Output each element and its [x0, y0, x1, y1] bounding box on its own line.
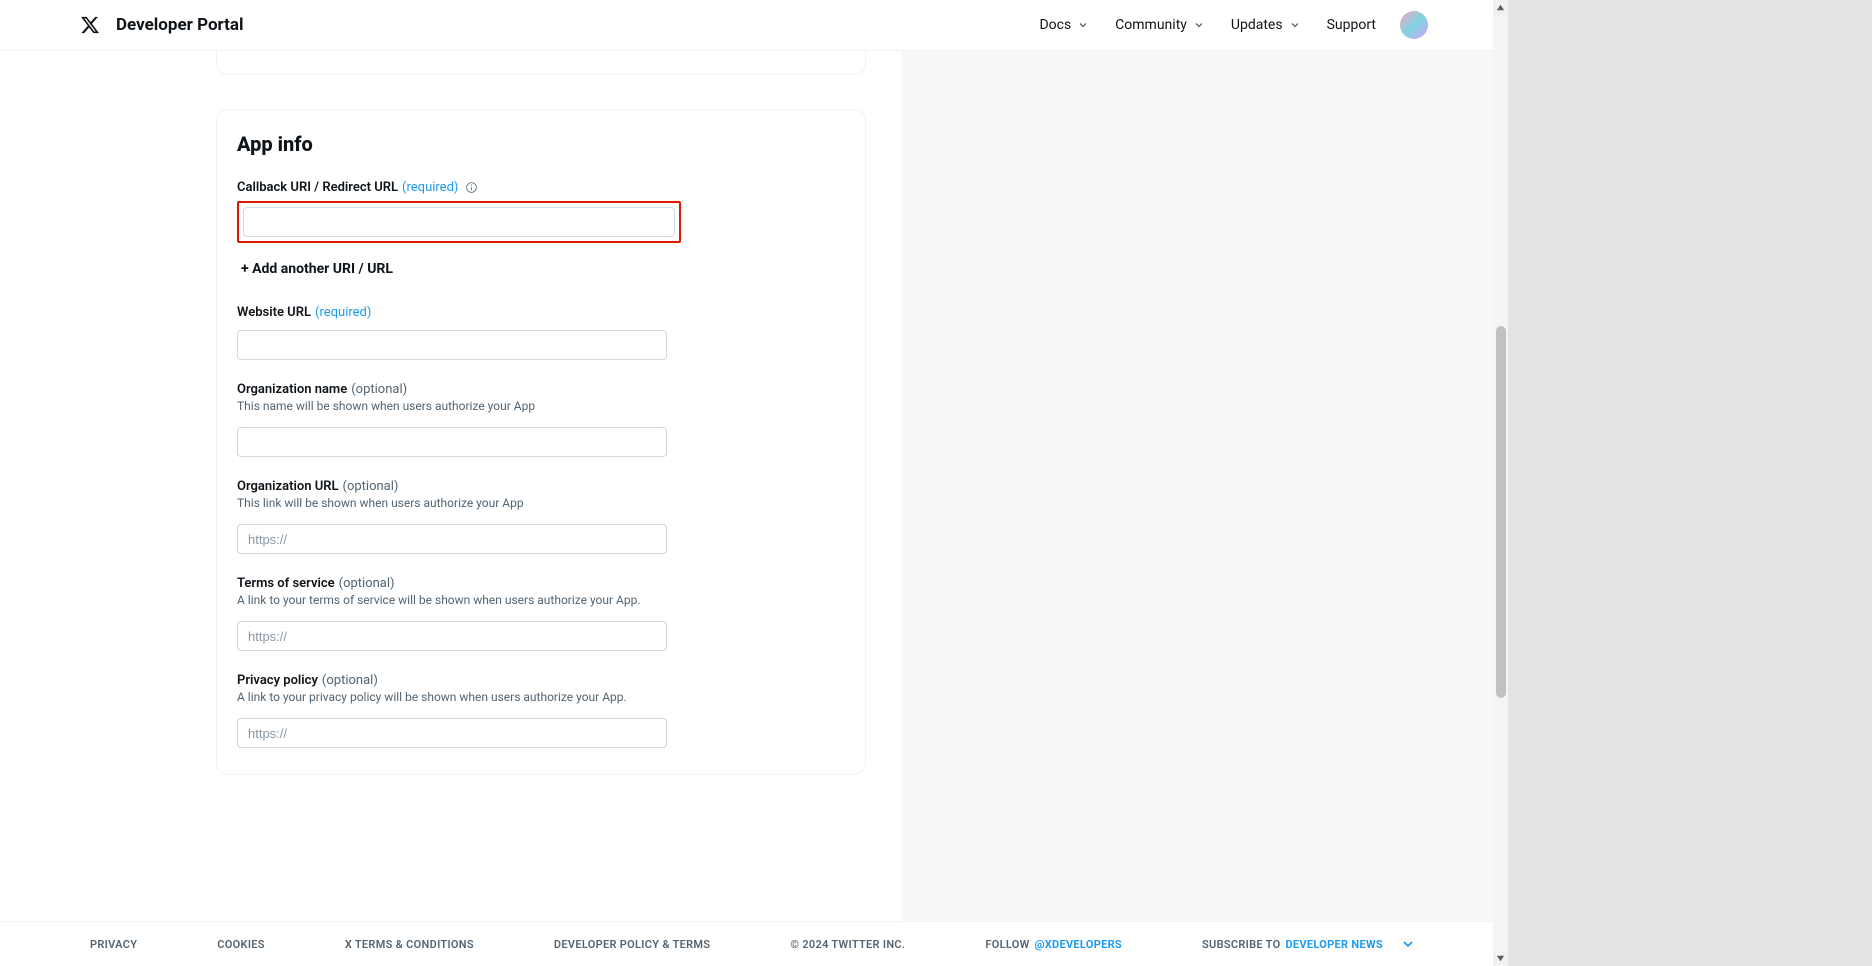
callback-label: Callback URI / Redirect URL	[237, 180, 398, 195]
org-name-optional: (optional)	[351, 382, 407, 397]
main-column: App info Callback URI / Redirect URL (re…	[0, 51, 902, 921]
privacy-optional: (optional)	[322, 673, 378, 688]
x-logo-icon[interactable]	[80, 15, 100, 35]
prev-card-bottom	[216, 51, 866, 75]
nav-community-label: Community	[1115, 17, 1187, 33]
portal-title: Developer Portal	[116, 15, 244, 35]
nav-support-label: Support	[1327, 17, 1376, 33]
org-url-optional: (optional)	[343, 479, 399, 494]
app-info-card: App info Callback URI / Redirect URL (re…	[216, 109, 866, 775]
org-url-input[interactable]	[237, 524, 667, 554]
org-name-field: Organization name (optional) This name w…	[237, 382, 845, 457]
website-field: Website URL (required)	[237, 305, 845, 360]
website-required: (required)	[315, 305, 371, 320]
add-another-uri[interactable]: + Add another URI / URL	[237, 261, 845, 277]
chevron-down-icon	[1398, 934, 1418, 954]
header-nav: Docs Community Updates Support	[1039, 11, 1428, 39]
scrollbar[interactable]	[1493, 0, 1508, 966]
footer-privacy[interactable]: PRIVACY	[90, 938, 137, 951]
tos-field: Terms of service (optional) A link to yo…	[237, 576, 845, 651]
nav-updates[interactable]: Updates	[1231, 17, 1303, 33]
nav-community[interactable]: Community	[1115, 17, 1207, 33]
content: App info Callback URI / Redirect URL (re…	[0, 51, 1508, 921]
privacy-hint: A link to your privacy policy will be sh…	[237, 690, 845, 704]
info-icon[interactable]	[464, 181, 478, 195]
org-name-label: Organization name	[237, 382, 347, 397]
card-title: App info	[237, 132, 845, 156]
website-input[interactable]	[237, 330, 667, 360]
footer-cookies[interactable]: COOKIES	[217, 938, 265, 951]
footer-follow-label: FOLLOW	[985, 938, 1029, 951]
privacy-label: Privacy policy	[237, 673, 318, 688]
footer-copyright: © 2024 TWITTER INC.	[790, 938, 905, 951]
tos-optional: (optional)	[339, 576, 395, 591]
tos-label-row: Terms of service (optional)	[237, 576, 845, 591]
chevron-down-icon	[1287, 17, 1303, 33]
callback-input[interactable]	[243, 207, 675, 237]
org-url-label: Organization URL	[237, 479, 339, 494]
callback-highlight	[237, 201, 681, 243]
tos-input[interactable]	[237, 621, 667, 651]
right-panel	[902, 51, 1508, 921]
footer-xterms[interactable]: X TERMS & CONDITIONS	[345, 938, 474, 951]
privacy-label-row: Privacy policy (optional)	[237, 673, 845, 688]
website-label: Website URL	[237, 305, 311, 320]
org-url-field: Organization URL (optional) This link wi…	[237, 479, 845, 554]
org-url-hint: This link will be shown when users autho…	[237, 496, 845, 510]
nav-docs-label: Docs	[1039, 17, 1071, 33]
footer: PRIVACY COOKIES X TERMS & CONDITIONS DEV…	[0, 921, 1508, 966]
org-name-input[interactable]	[237, 427, 667, 457]
footer-follow-handle: @XDEVELOPERS	[1035, 938, 1122, 951]
tos-hint: A link to your terms of service will be …	[237, 593, 845, 607]
footer-devnews: DEVELOPER NEWS	[1285, 938, 1383, 951]
scrollbar-up-icon[interactable]	[1493, 0, 1508, 15]
privacy-field: Privacy policy (optional) A link to your…	[237, 673, 845, 748]
nav-updates-label: Updates	[1231, 17, 1283, 33]
page-container: Developer Portal Docs Community Updates …	[0, 0, 1508, 966]
tos-label: Terms of service	[237, 576, 335, 591]
callback-label-row: Callback URI / Redirect URL (required)	[237, 180, 845, 195]
scrollbar-thumb[interactable]	[1496, 326, 1506, 698]
chevron-down-icon	[1191, 17, 1207, 33]
add-another-label: + Add another URI / URL	[241, 261, 393, 277]
footer-follow-group[interactable]: FOLLOW @XDEVELOPERS	[985, 938, 1122, 951]
org-name-label-row: Organization name (optional)	[237, 382, 845, 397]
footer-subscribe-group[interactable]: SUBSCRIBE TO DEVELOPER NEWS	[1202, 934, 1418, 954]
website-label-row: Website URL (required)	[237, 305, 845, 320]
header: Developer Portal Docs Community Updates …	[0, 0, 1508, 51]
avatar[interactable]	[1400, 11, 1428, 39]
nav-docs[interactable]: Docs	[1039, 17, 1091, 33]
org-url-label-row: Organization URL (optional)	[237, 479, 845, 494]
org-name-hint: This name will be shown when users autho…	[237, 399, 845, 413]
chevron-down-icon	[1075, 17, 1091, 33]
header-left: Developer Portal	[80, 15, 244, 35]
callback-field: Callback URI / Redirect URL (required)	[237, 180, 845, 243]
nav-support[interactable]: Support	[1327, 17, 1376, 33]
footer-devpolicy[interactable]: DEVELOPER POLICY & TERMS	[554, 938, 710, 951]
footer-subscribe-label: SUBSCRIBE TO	[1202, 938, 1280, 951]
privacy-input[interactable]	[237, 718, 667, 748]
callback-required: (required)	[402, 180, 458, 195]
scrollbar-down-icon[interactable]	[1493, 951, 1508, 966]
